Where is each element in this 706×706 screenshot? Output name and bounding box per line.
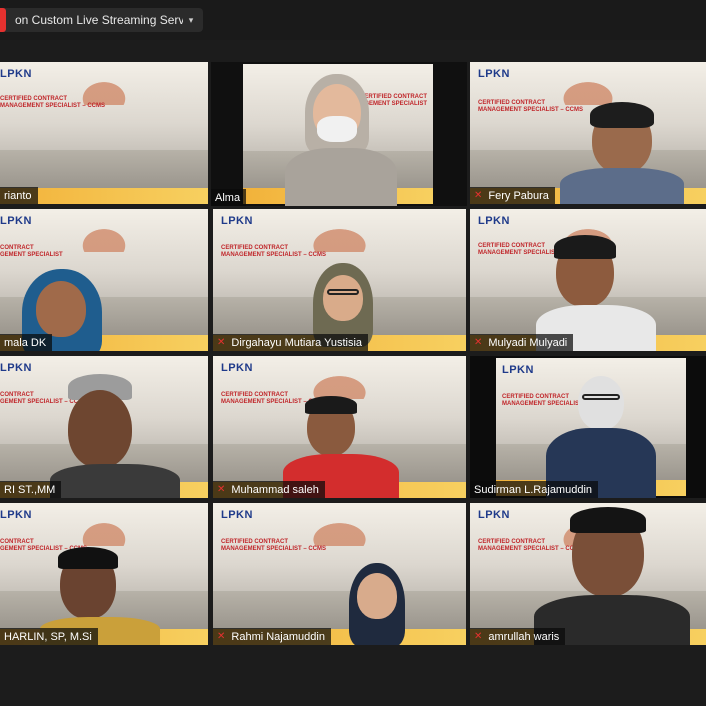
participant-name-tag: RI ST.,MM (0, 481, 62, 498)
video-tile[interactable]: LPKN CERTIFIED CONTRACT MANAGEMENT SPECIA… (213, 356, 466, 498)
participant-name-tag: HARLIN, SP, M.Si (0, 628, 98, 645)
video-tile[interactable]: LPKN CONTRACT GEMENT SPECIALIST – CCMS HA… (0, 503, 208, 645)
participant-video (560, 102, 684, 204)
lpkn-logo: LPKN (478, 68, 510, 80)
mic-muted-icon: ✕ (474, 631, 483, 642)
participant-name-tag: ✕ Rahmi Najamuddin (213, 628, 331, 645)
participant-name-tag: mala DK (0, 334, 53, 351)
participant-name-tag: ✕ amrullah waris (470, 628, 566, 645)
participant-video (530, 507, 690, 645)
mic-muted-icon: ✕ (474, 190, 483, 201)
mic-muted-icon: ✕ (217, 337, 226, 348)
participant-name-tag: ✕ Dirgahayu Mutiara Yustisia (213, 334, 369, 351)
chevron-down-icon: ▾ (188, 14, 194, 25)
participant-name-tag: ✕ Muhammad saleh (213, 481, 325, 498)
course-title: CERTIFIED CONTRACT MANAGEMENT SPECIALIST … (0, 96, 106, 109)
participant-name-tag: Sudirman L.Rajamuddin (470, 481, 599, 498)
live-indicator (0, 8, 6, 32)
live-streaming-dropdown[interactable]: on Custom Live Streaming Service ▾ (0, 8, 203, 32)
participant-video (271, 70, 411, 206)
participant-name-tag: ✕ Mulyadi Mulyadi (470, 334, 574, 351)
top-toolbar: on Custom Live Streaming Service ▾ (0, 0, 706, 40)
mic-muted-icon: ✕ (217, 631, 226, 642)
video-tile[interactable]: LPKN CERTIFIED CONTRACT MANAGEMENT SPECIA… (470, 62, 706, 204)
participant-video (50, 372, 180, 498)
mic-muted-icon: ✕ (474, 337, 483, 348)
video-tile[interactable]: LPKN CONTRACT GEMENT SPECIALIST – CCMS RI… (0, 356, 208, 498)
bottom-empty-area (0, 646, 706, 706)
live-streaming-label: on Custom Live Streaming Service (15, 13, 183, 27)
participant-name-tag: rianto (0, 187, 38, 204)
video-tile[interactable]: LPKN CONTRACT GEMENT SPECIALIST mala DK (0, 209, 208, 351)
video-tile[interactable]: LPKN CERTIFIED CONTRACT MANAGEMENT SPECIA… (213, 209, 466, 351)
participant-video (530, 372, 660, 498)
video-tile[interactable]: LPKN CERTIFIED CONTRACT MANAGEMENT SPECIA… (0, 62, 208, 204)
participant-video (343, 563, 423, 645)
video-tile[interactable]: LPKN CERTIFIED CONTRACT MANAGEMENT SPECIA… (213, 503, 466, 645)
video-tile-active-speaker[interactable]: CERTIFIED CONTRACT GEMENT SPECIALIST Alma (211, 62, 467, 206)
participant-name-tag: Alma (211, 189, 247, 206)
video-tile[interactable]: LPKN CERTIFIED CONTRACT MANAGEMENT SPECIA… (470, 209, 706, 351)
mic-muted-icon: ✕ (217, 484, 226, 495)
video-tile[interactable]: LPKN CERTIFIED CONTRACT MANAGEMENT SPECIA… (470, 503, 706, 645)
video-tile[interactable]: LPKN CERTIFIED CONTRACT MANAGEMENT SPECIA… (470, 356, 706, 498)
participant-name-tag: ✕ Fery Pabura (470, 187, 555, 204)
lpkn-logo: LPKN (0, 68, 32, 80)
